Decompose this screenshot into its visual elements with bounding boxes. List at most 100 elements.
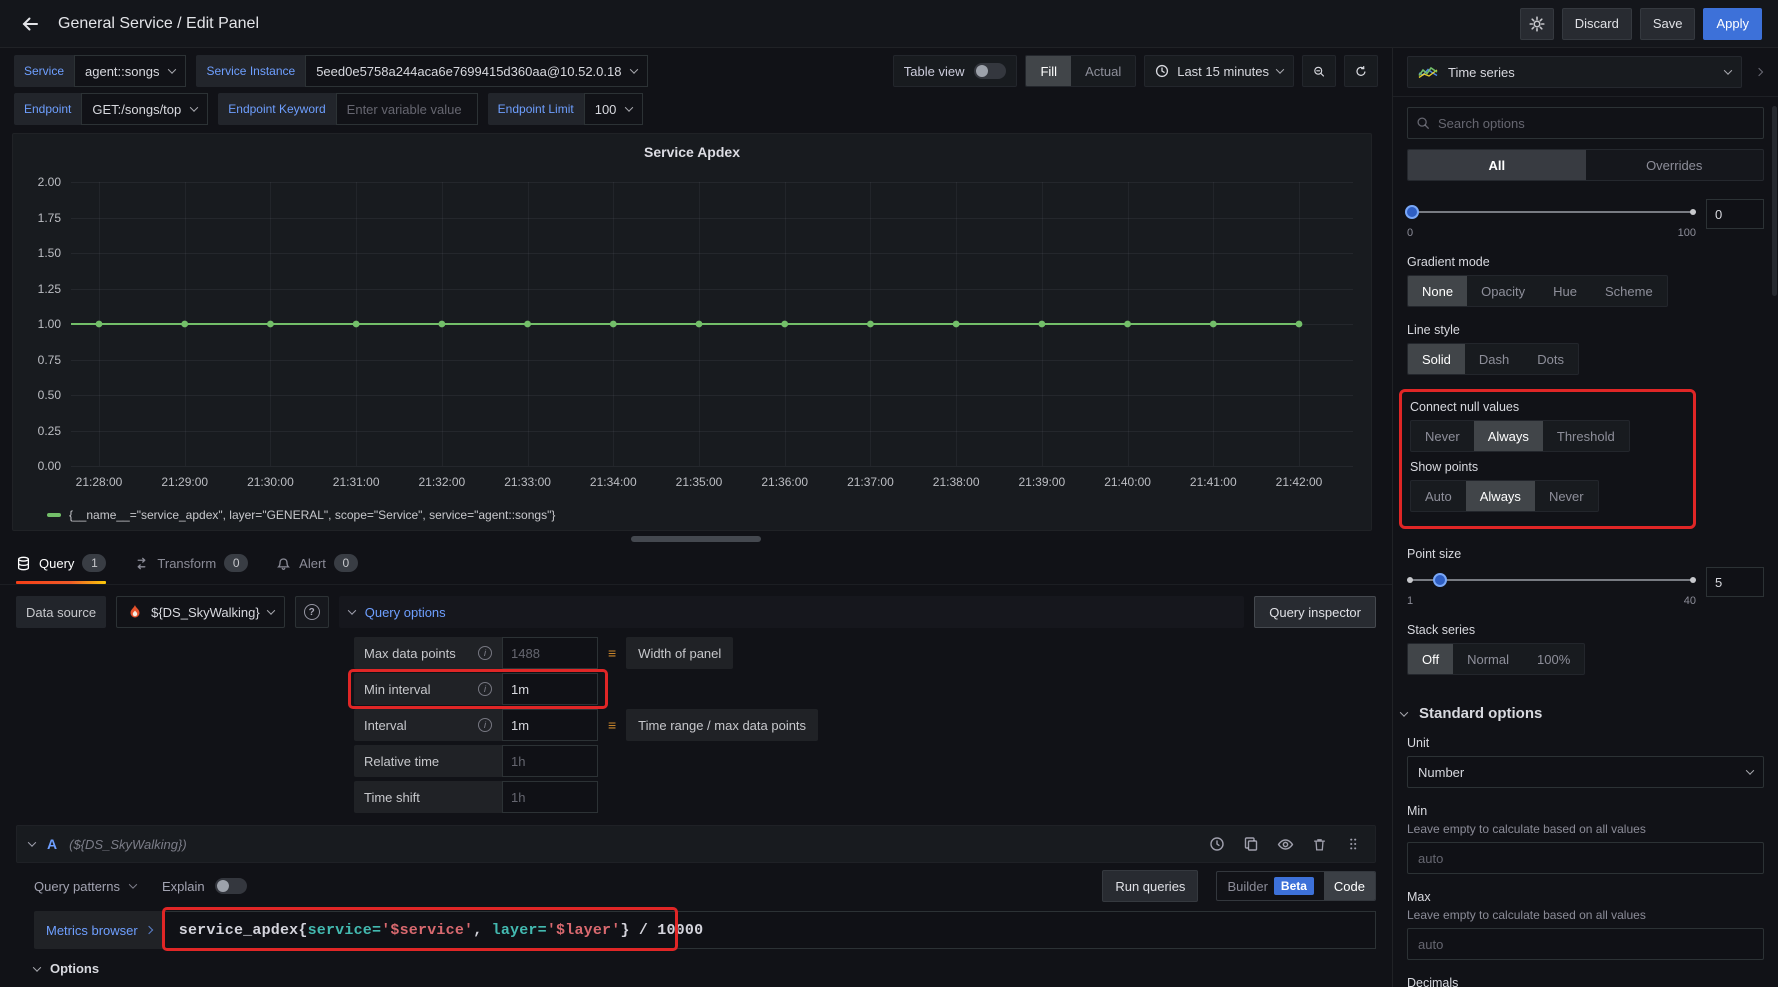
endpoint-keyword-field xyxy=(336,93,478,125)
stack-series-group-normal[interactable]: Normal xyxy=(1453,644,1523,674)
interval-input[interactable] xyxy=(502,709,598,741)
fill-actual-group-actual[interactable]: Actual xyxy=(1071,56,1135,86)
gradient-mode-group-scheme[interactable]: Scheme xyxy=(1591,276,1667,306)
equals-icon: ≡ xyxy=(608,717,616,733)
query-patterns-dropdown[interactable]: Query patterns xyxy=(34,879,136,894)
connect-nulls-group-never[interactable]: Never xyxy=(1411,421,1474,451)
chevron-down-icon xyxy=(168,65,176,73)
connect-nulls-group-threshold[interactable]: Threshold xyxy=(1543,421,1629,451)
query-history-button[interactable] xyxy=(1207,834,1227,854)
promql-token: service= xyxy=(308,922,382,939)
datasource-help-button[interactable]: ? xyxy=(295,596,329,628)
tab-query[interactable]: Query 1 xyxy=(16,542,106,584)
options-filter-tabs-overrides[interactable]: Overrides xyxy=(1586,150,1764,180)
time-shift-input[interactable] xyxy=(502,781,598,813)
sidebar-scrollbar[interactable] xyxy=(1772,106,1777,296)
delete-query-button[interactable] xyxy=(1309,834,1329,854)
zoom-out-button[interactable] xyxy=(1302,55,1336,87)
show-points-label: Show points xyxy=(1410,460,1685,474)
gradient-mode-label: Gradient mode xyxy=(1407,255,1764,269)
back-button[interactable] xyxy=(16,10,44,38)
options-search-input[interactable] xyxy=(1438,116,1755,131)
copy-icon xyxy=(1243,836,1259,852)
duplicate-query-button[interactable] xyxy=(1241,834,1261,854)
discard-button[interactable]: Discard xyxy=(1562,8,1632,40)
line-style-group-dash[interactable]: Dash xyxy=(1465,344,1523,374)
gradient-mode-group: NoneOpacityHueScheme xyxy=(1407,275,1668,307)
relative-time-row: Relative time xyxy=(354,745,1376,777)
legend-item[interactable]: {__name__="service_apdex", layer="GENERA… xyxy=(47,508,555,522)
line-style-group-solid[interactable]: Solid xyxy=(1408,344,1465,374)
chevron-down-icon xyxy=(1746,766,1754,774)
slider-min-label: 1 xyxy=(1407,595,1413,607)
query-ref-row[interactable]: A (${DS_SkyWalking}) xyxy=(16,825,1376,863)
point-size-slider[interactable] xyxy=(1407,567,1696,593)
slider-handle[interactable] xyxy=(1433,573,1447,587)
relative-time-input[interactable] xyxy=(502,745,598,777)
gradient-mode-group-none[interactable]: None xyxy=(1408,276,1467,306)
info-icon[interactable]: i xyxy=(478,646,492,660)
max-input[interactable] xyxy=(1407,928,1764,960)
toggle-visibility-button[interactable] xyxy=(1275,834,1295,854)
fill-opacity-value-input[interactable] xyxy=(1706,199,1764,229)
service-instance-dropdown[interactable]: 5eed0e5758a244aca6e7699415d360aa@10.52.0… xyxy=(305,55,648,87)
stack-series-group-100-[interactable]: 100% xyxy=(1523,644,1584,674)
metrics-browser-button[interactable]: Metrics browser xyxy=(34,911,164,949)
info-icon[interactable]: i xyxy=(478,718,492,732)
fill-opacity-slider[interactable] xyxy=(1407,199,1696,225)
variables-row-1: Service agent::songs Service Instance 5e… xyxy=(0,55,1392,87)
options-collapse[interactable]: Options xyxy=(34,961,1376,976)
drag-handle[interactable] xyxy=(1343,834,1363,854)
tab-alert[interactable]: Alert 0 xyxy=(276,542,358,584)
query-options-header-label: Query options xyxy=(365,605,446,620)
query-ref-datasource: (${DS_SkyWalking}) xyxy=(69,837,187,852)
promql-code-input[interactable]: service_apdex{service='$service', layer=… xyxy=(164,911,1376,949)
show-points-group-auto[interactable]: Auto xyxy=(1411,481,1466,511)
query-options-header[interactable]: Query options xyxy=(339,596,1245,628)
line-style-group-dots[interactable]: Dots xyxy=(1523,344,1578,374)
slider-handle[interactable] xyxy=(1405,205,1419,219)
show-points-group-always[interactable]: Always xyxy=(1466,481,1535,511)
info-icon[interactable]: i xyxy=(478,682,492,696)
visualization-select[interactable]: Time series xyxy=(1407,56,1742,88)
endpoint-label: Endpoint xyxy=(14,93,81,125)
point-size-value-input[interactable] xyxy=(1706,567,1764,597)
code-mode-option[interactable]: Code xyxy=(1324,872,1375,900)
save-button[interactable]: Save xyxy=(1640,8,1696,40)
show-points-group-never[interactable]: Never xyxy=(1535,481,1598,511)
tab-alert-count: 0 xyxy=(334,554,358,572)
panel-settings-button[interactable] xyxy=(1520,8,1554,40)
standard-options-section[interactable]: Standard options xyxy=(1401,705,1770,722)
stack-series-group-off[interactable]: Off xyxy=(1408,644,1453,674)
explain-toggle[interactable] xyxy=(215,878,247,894)
refresh-icon xyxy=(1355,64,1367,79)
query-inspector-button[interactable]: Query inspector xyxy=(1254,596,1376,628)
endpoint-limit-value: 100 xyxy=(595,102,617,117)
service-variable-label: Service xyxy=(14,55,74,87)
min-input[interactable] xyxy=(1407,842,1764,874)
run-queries-button[interactable]: Run queries xyxy=(1102,870,1198,902)
fill-actual-group-fill[interactable]: Fill xyxy=(1026,56,1071,86)
builder-mode-option[interactable]: Builder Beta xyxy=(1217,872,1323,900)
time-series-chart[interactable]: 0.000.250.500.751.001.251.501.752.0021:2… xyxy=(13,134,1371,530)
apply-button[interactable]: Apply xyxy=(1703,8,1762,40)
min-interval-input[interactable] xyxy=(502,673,598,705)
options-filter-tabs-all[interactable]: All xyxy=(1408,150,1586,180)
service-variable-dropdown[interactable]: agent::songs xyxy=(74,55,186,87)
gradient-mode-group-opacity[interactable]: Opacity xyxy=(1467,276,1539,306)
gradient-mode-group-hue[interactable]: Hue xyxy=(1539,276,1591,306)
collapse-options-pane-button[interactable] xyxy=(1748,56,1770,88)
table-view-toggle[interactable] xyxy=(974,63,1006,79)
datasource-select[interactable]: ${DS_SkyWalking} xyxy=(116,596,285,628)
connect-nulls-group-always[interactable]: Always xyxy=(1474,421,1543,451)
time-range-picker[interactable]: Last 15 minutes xyxy=(1144,55,1294,87)
tab-alert-label: Alert xyxy=(299,556,326,571)
refresh-button[interactable] xyxy=(1344,55,1378,87)
max-data-points-input[interactable] xyxy=(502,637,598,669)
endpoint-dropdown[interactable]: GET:/songs/top xyxy=(81,93,208,125)
endpoint-limit-dropdown[interactable]: 100 xyxy=(584,93,644,125)
unit-select[interactable]: Number xyxy=(1407,756,1764,788)
tab-transform[interactable]: Transform 0 xyxy=(134,542,248,584)
endpoint-keyword-input[interactable] xyxy=(347,102,467,117)
back-arrow-icon xyxy=(20,14,40,34)
